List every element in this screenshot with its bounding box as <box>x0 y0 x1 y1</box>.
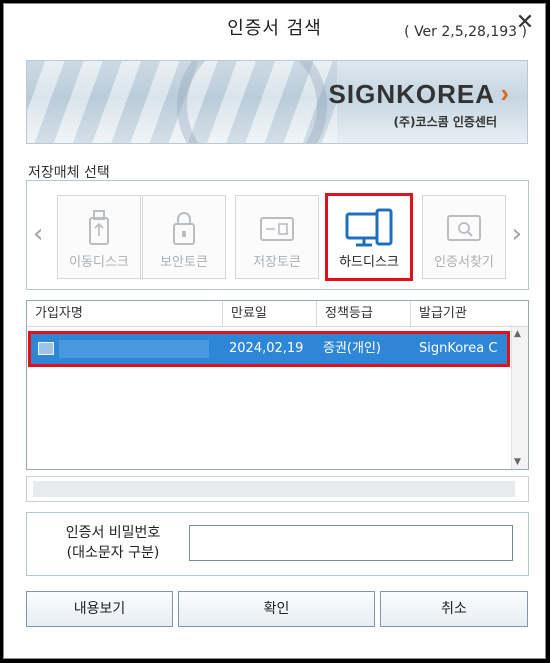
password-label: 인증서 비밀번호 (대소문자 구분) <box>53 523 173 563</box>
column-header-expiry[interactable]: 만료일 <box>223 301 317 327</box>
media-item-label: 인증서찾기 <box>434 255 494 270</box>
certificate-search-dialog: 인증서 검색 ✕ ( Ver 2,5,28,193 ) SIGNKOREA › … <box>3 3 546 659</box>
banner-subtitle: (주)코스콤 인증센터 <box>393 115 497 129</box>
search-cert-icon <box>423 208 505 248</box>
table-row[interactable]: 2024,02,19 증권(개인) SignKorea C <box>28 331 510 367</box>
view-details-button[interactable]: 내용보기 <box>26 591 173 627</box>
scroll-up-icon[interactable]: ▲ <box>514 329 521 339</box>
media-item-label: 보안토큰 <box>160 255 208 270</box>
banner-safe-dial <box>177 61 327 143</box>
cell-issuer: SignKorea C <box>419 341 498 356</box>
media-item-hard-disk[interactable]: 하드디스크 <box>325 193 413 281</box>
media-item-label: 이동디스크 <box>69 255 129 270</box>
logo-arrow-icon: › <box>500 78 509 108</box>
password-input[interactable] <box>189 525 513 561</box>
table-header: 가입자명 만료일 정책등급 발급기관 <box>27 301 528 327</box>
certificate-icon <box>38 342 54 355</box>
cell-expiry: 2024,02,19 <box>229 341 304 356</box>
next-arrow-icon[interactable]: › <box>512 219 522 249</box>
media-item-security-token[interactable]: 보안토큰 <box>142 195 226 279</box>
column-header-issuer[interactable]: 발급기관 <box>411 301 511 327</box>
media-item-label: 하드디스크 <box>339 255 399 270</box>
confirm-button[interactable]: 확인 <box>178 591 375 627</box>
column-header-policy[interactable]: 정책등급 <box>317 301 411 327</box>
certificate-table: 가입자명 만료일 정책등급 발급기관 2024,02,19 증권(개인) Sig… <box>26 300 529 470</box>
signkorea-logo: SIGNKOREA <box>328 79 495 109</box>
horizontal-scrollbar[interactable] <box>26 476 529 502</box>
password-panel: 인증서 비밀번호 (대소문자 구분) <box>26 512 529 576</box>
storage-section-label: 저장매체 선택 <box>28 165 110 181</box>
monitor-icon <box>328 208 410 248</box>
media-item-find-certificate[interactable]: 인증서찾기 <box>422 195 506 279</box>
cell-subscriber <box>59 334 219 364</box>
media-item-label: 저장토큰 <box>253 255 301 270</box>
prev-arrow-icon[interactable]: ‹ <box>33 219 43 249</box>
scroll-down-icon[interactable]: ▼ <box>514 457 521 467</box>
media-item-storage-token[interactable]: 저장토큰 <box>235 195 319 279</box>
password-label-line1: 인증서 비밀번호 <box>65 525 161 541</box>
scrollbar-track[interactable] <box>33 481 515 497</box>
token-icon <box>236 208 318 248</box>
usb-icon <box>58 208 140 248</box>
media-item-removable-disk[interactable]: 이동디스크 <box>57 195 141 279</box>
version-label: ( Ver 2,5,28,193 ) <box>404 24 527 40</box>
storage-media-selector: ‹ 이동디스크 보안토큰 저장토큰 하드디스크 인증서찾기 › <box>26 180 529 290</box>
vertical-scrollbar[interactable]: ▲ ▼ <box>511 327 528 469</box>
column-header-subscriber[interactable]: 가입자명 <box>27 301 223 327</box>
cancel-button[interactable]: 취소 <box>380 591 528 627</box>
lock-icon <box>143 208 225 248</box>
signkorea-banner: SIGNKOREA › (주)코스콤 인증센터 <box>26 60 528 144</box>
title-bar: 인증서 검색 ✕ ( Ver 2,5,28,193 ) <box>4 4 545 54</box>
password-label-line2: (대소문자 구분) <box>66 545 160 561</box>
cell-policy: 증권(개인) <box>323 341 381 356</box>
